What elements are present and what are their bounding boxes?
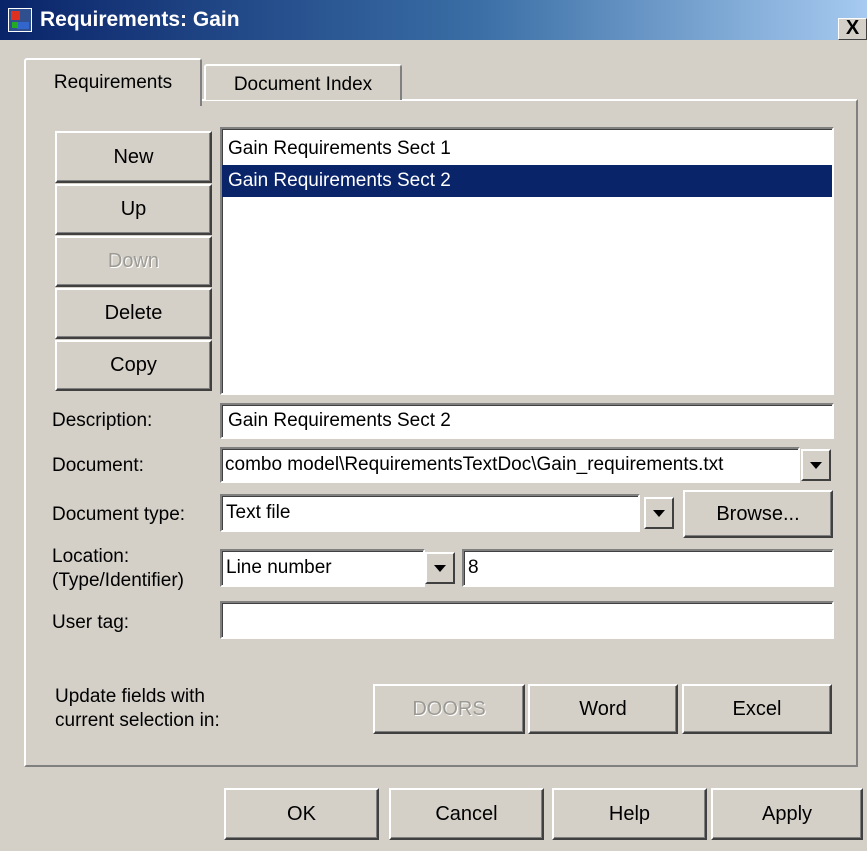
delete-button[interactable]: Delete	[55, 288, 212, 339]
ok-button-label: OK	[287, 802, 316, 825]
browse-button[interactable]: Browse...	[683, 490, 833, 538]
copy-button[interactable]: Copy	[55, 340, 212, 391]
chevron-down-icon	[434, 564, 446, 572]
up-button-label: Up	[120, 198, 147, 220]
tab-document-index[interactable]: Document Index	[204, 64, 402, 100]
chevron-down-icon	[810, 461, 822, 469]
window-title: Requirements: Gain	[40, 8, 240, 31]
document-type-select[interactable]: Text file	[220, 494, 640, 532]
requirements-listbox[interactable]: Gain Requirements Sect 1 Gain Requiremen…	[220, 127, 834, 395]
chevron-down-icon	[653, 509, 665, 517]
delete-button-label: Delete	[104, 302, 163, 324]
excel-button-label: Excel	[732, 697, 782, 720]
description-field[interactable]: Gain Requirements Sect 2	[220, 403, 834, 439]
cancel-button[interactable]: Cancel	[389, 788, 544, 840]
document-label: Document:	[52, 455, 144, 476]
simulink-model-icon	[8, 8, 32, 32]
location-label-line2: (Type/Identifier)	[52, 570, 184, 591]
title-bar: Requirements: Gain	[0, 0, 867, 40]
help-button[interactable]: Help	[552, 788, 707, 840]
cancel-button-label: Cancel	[435, 802, 498, 825]
description-label: Description:	[52, 410, 153, 431]
tab-requirements[interactable]: Requirements	[24, 58, 202, 106]
apply-button[interactable]: Apply	[711, 788, 863, 840]
location-type-select[interactable]: Line number	[220, 549, 425, 587]
update-label-line1: Update fields with	[55, 686, 205, 707]
down-button-label: Down	[107, 250, 160, 272]
list-item-selected[interactable]: Gain Requirements Sect 2	[222, 165, 832, 197]
doors-button-label: DOORS	[412, 697, 486, 720]
word-button-label: Word	[579, 697, 627, 720]
update-label-line2: current selection in:	[55, 710, 220, 731]
update-fields-label: Update fields with current selection in:	[55, 685, 220, 733]
location-identifier-field[interactable]: 8	[462, 549, 834, 587]
help-button-label: Help	[608, 802, 651, 825]
document-type-dropdown-button[interactable]	[644, 497, 674, 529]
document-field[interactable]: combo model\RequirementsTextDoc\Gain_req…	[220, 447, 800, 483]
down-button[interactable]: Down	[55, 236, 212, 287]
excel-button[interactable]: Excel	[682, 684, 832, 734]
location-type-dropdown-button[interactable]	[425, 552, 455, 584]
document-type-label: Document type:	[52, 504, 186, 525]
apply-button-label: Apply	[761, 802, 813, 825]
location-label-line1: Location:	[52, 546, 130, 567]
close-button[interactable]: X	[838, 18, 867, 40]
document-dropdown-button[interactable]	[801, 449, 831, 481]
user-tag-label: User tag:	[52, 612, 130, 633]
new-button-label: New	[113, 145, 154, 168]
ok-button[interactable]: OK	[224, 788, 379, 840]
word-button[interactable]: Word	[528, 684, 678, 734]
location-label: Location: (Type/Identifier)	[52, 545, 184, 593]
up-button[interactable]: Up	[55, 184, 212, 235]
list-item[interactable]: Gain Requirements Sect 1	[222, 133, 832, 165]
new-button[interactable]: New	[55, 131, 212, 183]
browse-button-label: Browse...	[716, 502, 800, 525]
user-tag-field[interactable]	[220, 601, 834, 639]
copy-button-label: Copy	[110, 354, 157, 376]
doors-button[interactable]: DOORS	[373, 684, 525, 734]
